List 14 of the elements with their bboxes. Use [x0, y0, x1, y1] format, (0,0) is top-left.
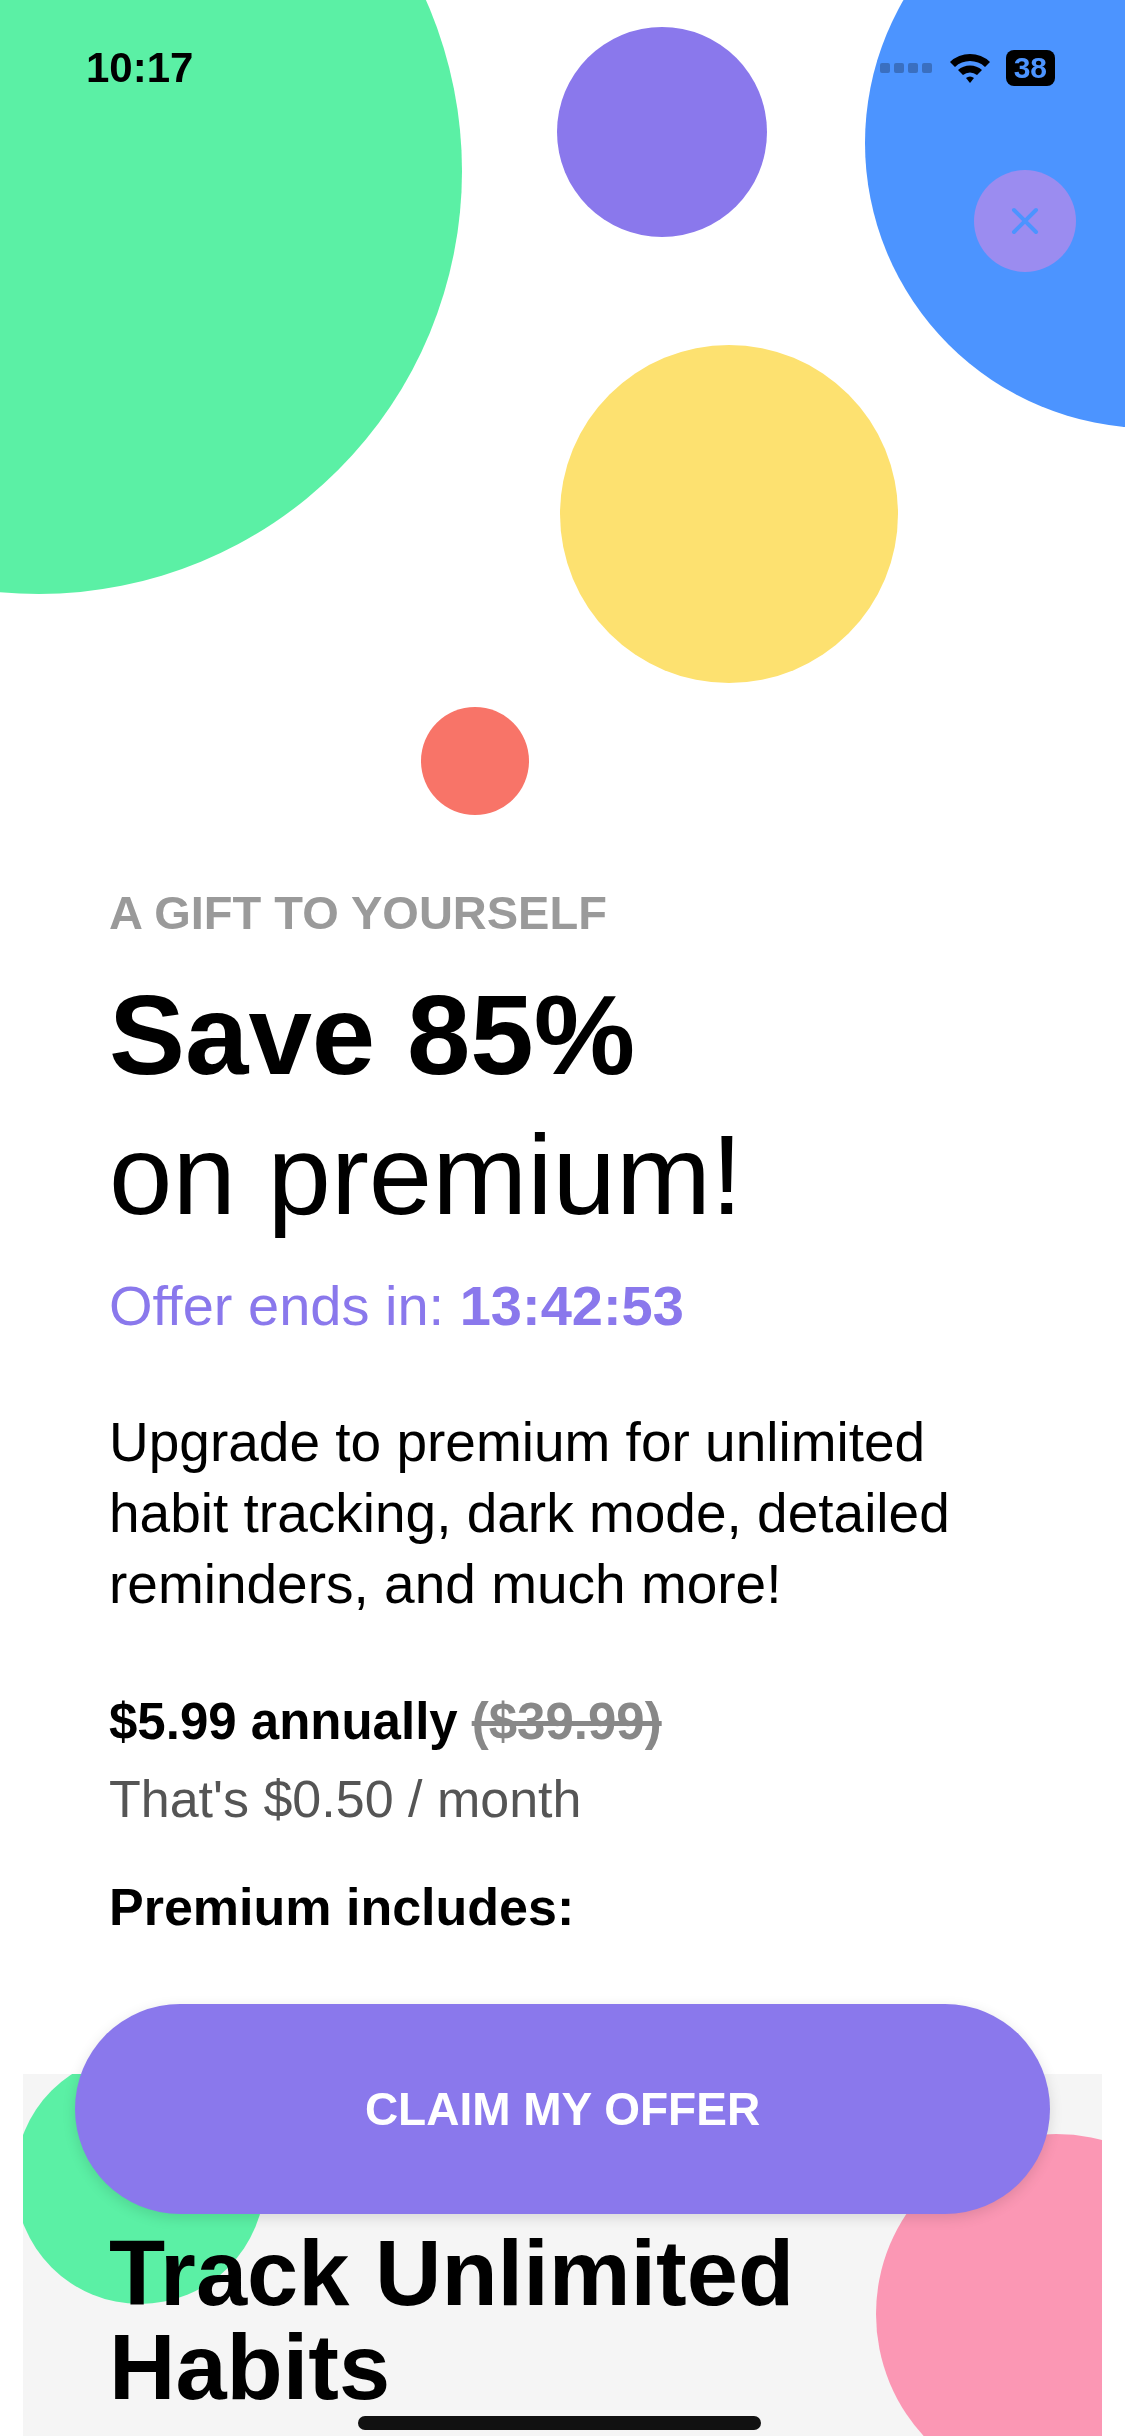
close-icon [1010, 206, 1040, 236]
monthly-price-text: That's $0.50 / month [109, 1769, 583, 1830]
section-heading: Premium includes: [109, 1877, 576, 1938]
signal-icon [879, 61, 934, 75]
countdown-text: Offer ends in: 13:42:53 [109, 1273, 685, 1339]
eyebrow-text: A GIFT TO YOURSELF [109, 885, 608, 941]
price-text: $5.99 annually [109, 1692, 458, 1752]
description-text: Upgrade to premium for unlimited habit tracking, dark mode, detailed reminders, and much more! [109, 1410, 951, 1617]
battery-indicator: 38 [1005, 50, 1055, 86]
status-time: 10:17 [86, 44, 194, 92]
headline: Save 85% [109, 970, 637, 1100]
headline: on premium! [109, 1110, 744, 1240]
claim-offer-button[interactable]: CLAIM MY OFFER [75, 2004, 1050, 2214]
original-price: ($39.99) [471, 1692, 662, 1752]
